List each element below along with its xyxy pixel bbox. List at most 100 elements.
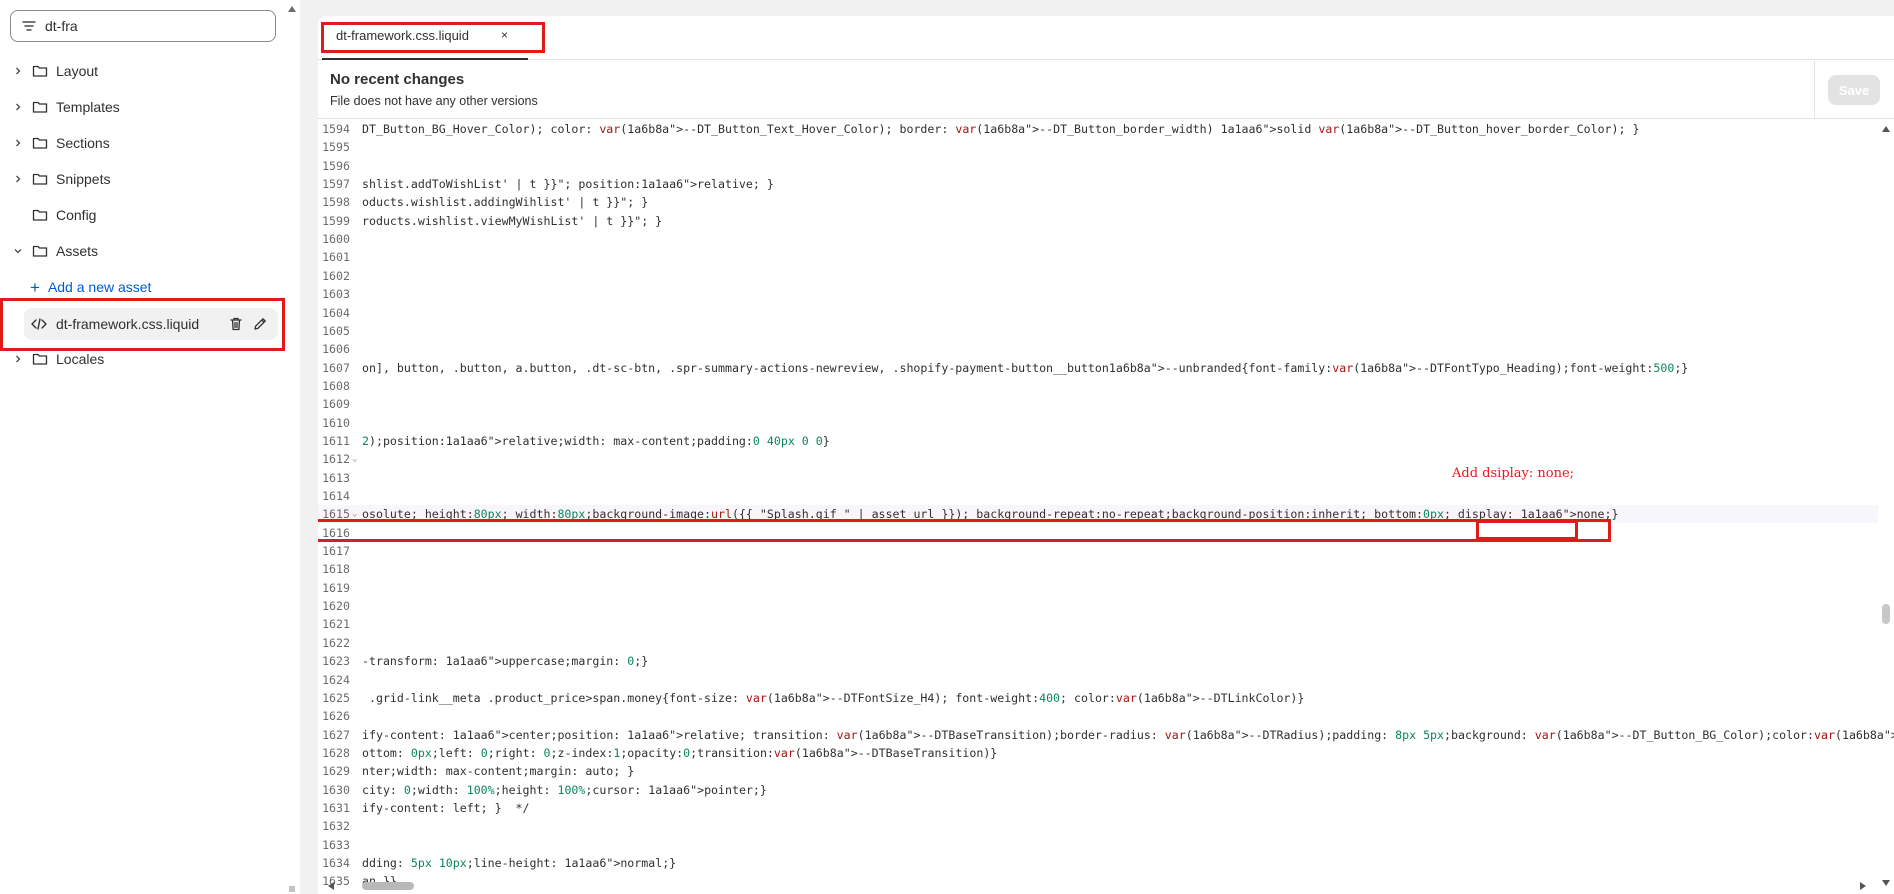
chevron-right-icon[interactable] [10, 171, 26, 187]
scrollbar-thumb[interactable] [289, 886, 295, 892]
code-line[interactable]: 1618 [318, 560, 1878, 578]
file-search-input[interactable]: dt-fra [10, 10, 276, 42]
folder-icon [32, 137, 48, 149]
folder-config[interactable]: Config [10, 200, 280, 230]
line-number: 1607 [322, 360, 350, 375]
code-line[interactable]: 1610 [318, 414, 1878, 432]
line-text: ottom: 0px;left: 0;right: 0;z-index:1;op… [362, 745, 998, 760]
folder-sections[interactable]: Sections [10, 128, 280, 158]
add-new-asset-link[interactable]: + Add a new asset [30, 276, 151, 298]
horizontal-scrollbar-thumb[interactable] [362, 882, 414, 890]
code-line[interactable]: 1624 [318, 671, 1878, 689]
folder-snippets[interactable]: Snippets [10, 164, 280, 194]
horizontal-scrollbar[interactable] [318, 878, 1878, 894]
vertical-scrollbar[interactable] [1878, 120, 1894, 894]
line-number: 1628 [322, 745, 350, 760]
code-line[interactable]: 1625 .grid-link__meta .product_price>spa… [318, 689, 1878, 707]
fold-icon[interactable]: ⌄ [352, 509, 360, 519]
sidebar-scrollbar[interactable] [286, 0, 298, 894]
chevron-right-icon[interactable] [10, 63, 26, 79]
folder-label: Layout [56, 63, 99, 79]
scroll-down-icon[interactable] [1882, 880, 1890, 886]
code-line[interactable]: 1626 [318, 707, 1878, 725]
code-line[interactable]: 1617 [318, 542, 1878, 560]
line-number: 1612 [322, 452, 350, 467]
folder-icon [32, 245, 48, 257]
line-number: 1633 [322, 837, 350, 852]
app-root: dt-fra Layout Templates Sections Snippets Co… [0, 0, 1894, 894]
line-text: .grid-link__meta .product_price>span.mon… [362, 690, 1305, 705]
code-line[interactable]: 1606 [318, 340, 1878, 358]
code-line[interactable]: 1600 [318, 230, 1878, 248]
scroll-right-icon[interactable] [1860, 882, 1866, 890]
code-line[interactable]: 1632 [318, 817, 1878, 835]
line-text: DT_Button_BG_Hover_Color); color: var(1a… [362, 122, 1640, 136]
highlight-box-display-none [1476, 520, 1578, 540]
code-line[interactable]: 1629 nter;width: max-content;margin: auto… [318, 762, 1878, 780]
folder-label: Snippets [56, 171, 111, 187]
code-area[interactable]: 1594 DT_Button_BG_Hover_Color); color: va… [318, 120, 1894, 894]
folder-label: Config [56, 207, 97, 223]
line-number: 1621 [322, 617, 350, 632]
code-line[interactable]: 1611 2);position:1a1aa6">relative;width: … [318, 432, 1878, 450]
chevron-right-icon[interactable] [10, 135, 26, 151]
code-line[interactable]: 1596 [318, 157, 1878, 175]
code-line[interactable]: 1623 -transform: 1a1aa6">uppercase;margin… [318, 652, 1878, 670]
code-line[interactable]: 1598 oducts.wishlist.addingWihlist' | t }… [318, 193, 1878, 211]
code-line[interactable]: 1607 on], button, .button, a.button, .dt-… [318, 359, 1878, 377]
line-text: ify-content: 1a1aa6">center;position: 1a… [362, 727, 1894, 742]
code-line[interactable]: 1634 dding: 5px 10px;line-height: 1a1aa6"… [318, 854, 1878, 872]
line-number: 1594 [322, 122, 350, 136]
code-line[interactable]: 1613 [318, 469, 1878, 487]
line-number: 1602 [322, 268, 350, 283]
code-line[interactable]: 1594 DT_Button_BG_Hover_Color); color: va… [318, 120, 1878, 138]
line-number: 1606 [322, 342, 350, 357]
line-number: 1634 [322, 856, 350, 870]
folder-assets[interactable]: Assets [10, 236, 280, 266]
code-line[interactable]: 1622 [318, 634, 1878, 652]
scroll-left-icon[interactable] [328, 882, 334, 890]
code-line[interactable]: 1603 [318, 285, 1878, 303]
code-line[interactable]: 1597 shlist.addToWishList' | t }}"; posit… [318, 175, 1878, 193]
code-line[interactable]: 1631 ify-content: left; } */ [318, 799, 1878, 817]
code-line[interactable]: 1621 [318, 615, 1878, 633]
code-line[interactable]: 1630 city: 0;width: 100%;height: 100%;cur… [318, 781, 1878, 799]
code-line[interactable]: 1605 [318, 322, 1878, 340]
chevron-right-icon[interactable] [10, 99, 26, 115]
line-number: 1614 [322, 489, 350, 503]
code-line[interactable]: 1612 ⌄ [318, 450, 1878, 468]
code-line[interactable]: 1601 [318, 248, 1878, 266]
folder-icon [32, 173, 48, 185]
folder-layout[interactable]: Layout [10, 56, 280, 86]
code-line[interactable]: 1633 [318, 836, 1878, 854]
scroll-up-arrow-icon[interactable] [288, 6, 296, 12]
code-line[interactable]: 1608 [318, 377, 1878, 395]
scroll-up-icon[interactable] [1882, 126, 1890, 132]
save-button[interactable]: Save [1828, 75, 1880, 105]
code-line[interactable]: 1599 roducts.wishlist.viewMyWishList' | t… [318, 212, 1878, 230]
code-line[interactable]: 1627 ify-content: 1a1aa6">center;position… [318, 726, 1894, 744]
line-text: oducts.wishlist.addingWihlist' | t }}"; … [362, 195, 649, 210]
chevron-down-icon[interactable] [10, 243, 26, 259]
code-line[interactable]: 1619 [318, 579, 1878, 597]
line-number: 1631 [322, 800, 350, 815]
code-line[interactable]: 1620 [318, 597, 1878, 615]
folder-templates[interactable]: Templates [10, 92, 280, 122]
line-number: 1598 [322, 195, 350, 210]
chevron-right-icon[interactable] [10, 351, 26, 367]
code-line[interactable]: 1602 [318, 267, 1878, 285]
code-line[interactable]: 1595 [318, 138, 1878, 156]
code-line[interactable]: 1614 [318, 487, 1878, 505]
code-line[interactable]: 1609 [318, 395, 1878, 413]
line-number: 1617 [322, 544, 350, 559]
line-text: city: 0;width: 100%;height: 100%;cursor:… [362, 782, 767, 797]
fold-icon[interactable]: ⌄ [352, 454, 360, 464]
vertical-scrollbar-thumb[interactable] [1882, 604, 1890, 624]
version-title: No recent changes [330, 71, 465, 88]
line-number: 1624 [322, 672, 350, 687]
code-line[interactable]: 1628 ottom: 0px;left: 0;right: 0;z-index:… [318, 744, 1878, 762]
line-number: 1622 [322, 635, 350, 650]
code-line[interactable]: 1604 [318, 304, 1878, 322]
highlight-box-line [318, 519, 1611, 542]
annotation-note: Add dsiplay: none; [1452, 466, 1575, 481]
